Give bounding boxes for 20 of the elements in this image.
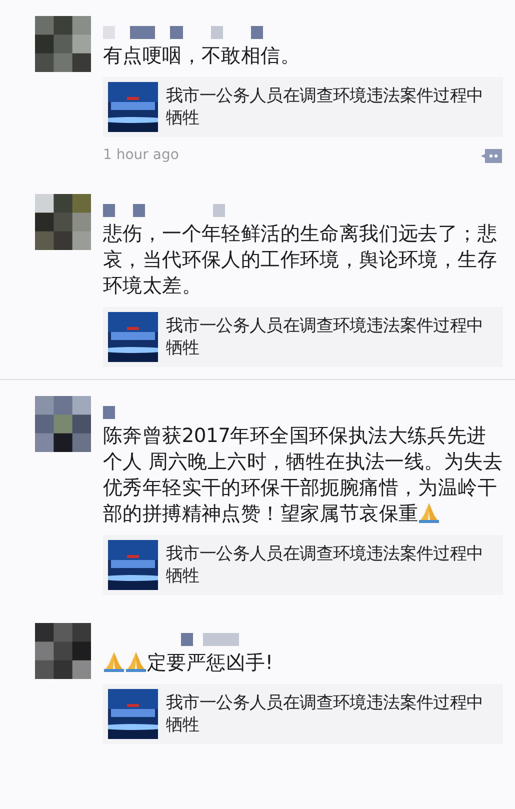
shared-link-card[interactable]: 我市一公务人员在调查环境违法案件过程中牺牲	[103, 535, 503, 595]
link-title: 我市一公务人员在调查环境违法案件过程中牺牲	[166, 692, 484, 736]
avatar[interactable]	[35, 16, 91, 72]
blurred-name-drawing	[103, 406, 115, 419]
post-text: 悲伤，一个年轻鲜活的生命离我们远去了；悲哀，当代环保人的工作环境，舆论环境，生存环境太差。	[103, 221, 498, 299]
post-text: 有点哽咽，不敢相信。	[103, 43, 302, 69]
comment-icon[interactable]	[481, 148, 503, 164]
shared-link-card[interactable]: 我市一公务人员在调查环境违法案件过程中牺牲	[103, 307, 503, 367]
post-text: 定要严惩凶手!	[103, 650, 503, 676]
link-title: 我市一公务人员在调查环境违法案件过程中牺牲	[166, 543, 484, 587]
post-time: 1 hour ago	[103, 146, 179, 165]
shared-link-card[interactable]: 我市一公务人员在调查环境违法案件过程中牺牲	[103, 684, 503, 744]
avatar[interactable]	[35, 396, 91, 452]
link-title: 我市一公务人员在调查环境违法案件过程中牺牲	[166, 315, 484, 359]
post-text: 陈奔曾获2017年环全国环保执法大练兵先进个人 周六晚上六时，牺牲在执法一线。为失去优秀年轻实干的环保干部扼腕痛惜，为温岭干部的拼搏精神点赞！望家属节哀保重	[103, 423, 503, 527]
link-title: 我市一公务人员在调查环境违法案件过程中牺牲	[166, 85, 484, 129]
avatar[interactable]	[35, 623, 91, 679]
shared-link-card[interactable]: 我市一公务人员在调查环境违法案件过程中牺牲	[103, 77, 503, 137]
blurred-name-drawing	[181, 633, 239, 646]
avatar[interactable]	[35, 194, 91, 250]
